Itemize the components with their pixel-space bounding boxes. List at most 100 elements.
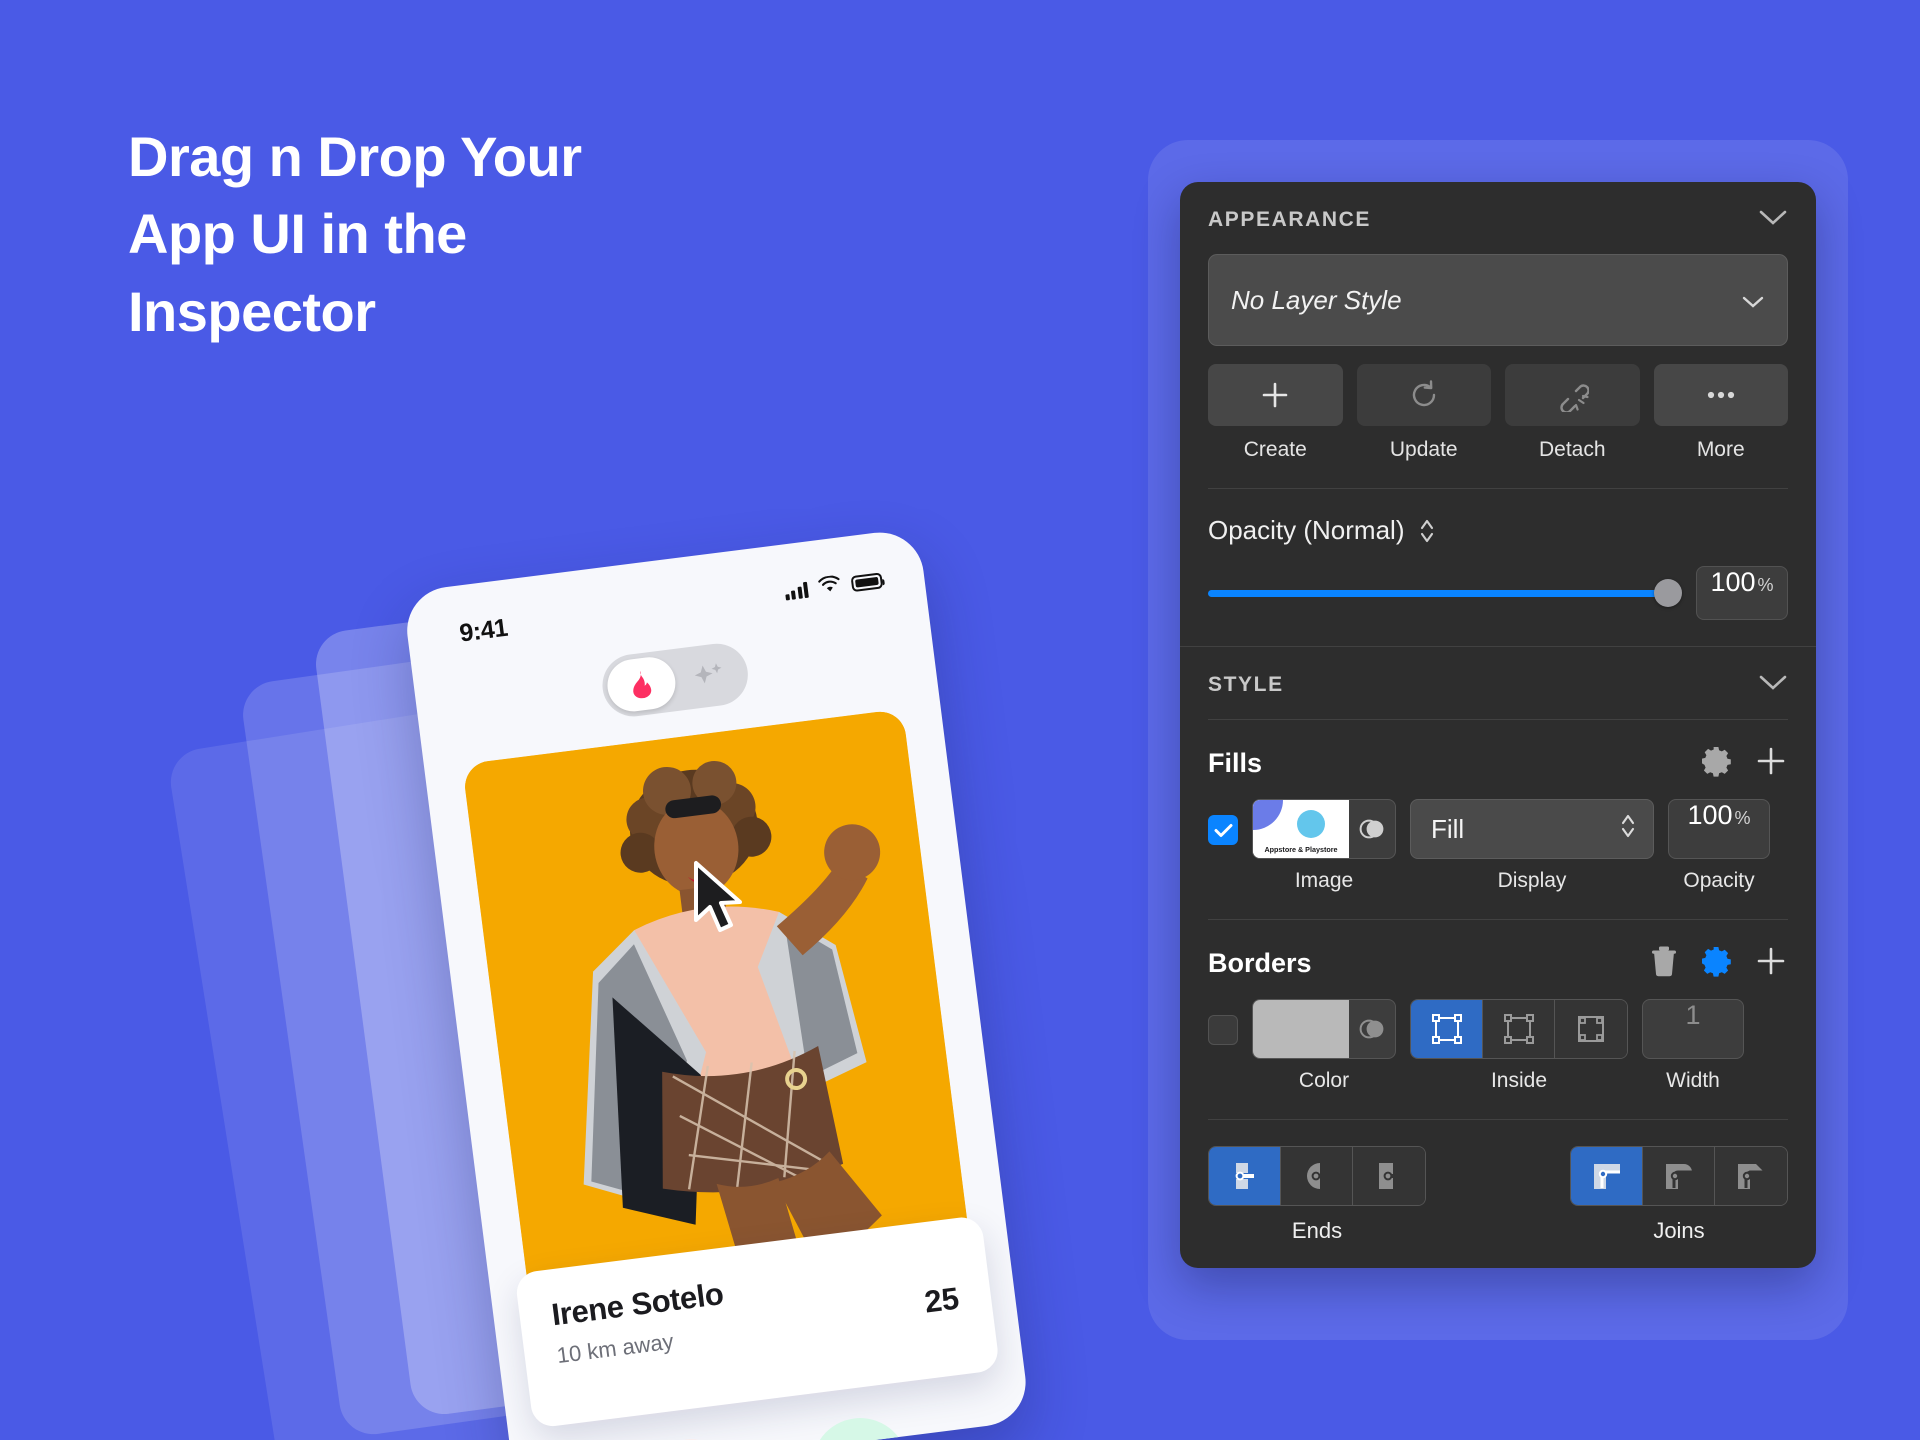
fill-display-select[interactable]: Fill xyxy=(1410,799,1654,859)
border-color-cell: Color xyxy=(1252,999,1396,1093)
border-inside-option[interactable] xyxy=(1483,1000,1555,1058)
end-square-icon xyxy=(1379,1163,1400,1189)
more-label: More xyxy=(1696,438,1745,461)
battery-icon xyxy=(850,572,884,593)
update-button[interactable]: Update xyxy=(1356,364,1491,462)
end-butt-icon xyxy=(1235,1163,1254,1189)
fill-opacity-field[interactable]: 100 % xyxy=(1668,799,1770,859)
style-section-header[interactable]: STYLE xyxy=(1180,647,1816,719)
joins-segmented xyxy=(1570,1146,1788,1206)
wifi-icon xyxy=(817,575,842,600)
more-button[interactable]: More xyxy=(1653,364,1788,462)
create-button[interactable]: Create xyxy=(1208,364,1343,462)
stepper-updown-icon[interactable] xyxy=(1418,516,1436,546)
borders-title: Borders xyxy=(1208,948,1312,978)
border-enabled-checkbox[interactable] xyxy=(1208,1015,1238,1045)
opacity-slider-handle[interactable] xyxy=(1654,579,1682,607)
border-inside-icon xyxy=(1503,1014,1534,1044)
headline-line-2: App UI in the xyxy=(128,202,467,266)
appearance-title: APPEARANCE xyxy=(1208,208,1372,231)
status-bar-clock: 9:41 xyxy=(457,613,510,648)
border-row: Color Inside 1 Width xyxy=(1180,995,1816,1093)
inspector-panel: APPEARANCE No Layer Style Create Update … xyxy=(1180,182,1816,1268)
fill-image-swatch[interactable]: Appstore & Playstore xyxy=(1252,799,1396,859)
trash-icon[interactable] xyxy=(1650,945,1678,982)
gear-icon[interactable] xyxy=(1700,945,1732,982)
stepper-updown-icon[interactable] xyxy=(1619,811,1637,848)
borders-group-header: Borders xyxy=(1180,920,1816,995)
ends-label: Ends xyxy=(1291,1218,1343,1243)
ends-joins-row: Ends Joins xyxy=(1180,1120,1816,1244)
join-miter-option[interactable] xyxy=(1571,1147,1643,1205)
border-width-label: Width xyxy=(1666,1069,1720,1092)
opacity-value-field[interactable]: 100 % xyxy=(1696,566,1788,620)
opacity-slider[interactable] xyxy=(1208,579,1682,607)
fill-display-cell: Fill Display xyxy=(1410,799,1654,893)
mode-toggle[interactable] xyxy=(598,640,752,720)
fill-opacity-value: 100 xyxy=(1687,800,1733,830)
profile-age: 25 xyxy=(922,1280,962,1320)
border-center-icon xyxy=(1431,1014,1462,1044)
layer-style-value: No Layer Style xyxy=(1231,284,1402,315)
chevron-down-icon[interactable] xyxy=(1758,674,1788,697)
fill-image-cell: Appstore & Playstore Image xyxy=(1252,799,1396,893)
opacity-value: 100 xyxy=(1710,567,1756,597)
mouse-pointer-icon xyxy=(694,861,742,932)
opacity-label: Opacity (Normal) xyxy=(1208,515,1405,545)
cellular-signal-icon xyxy=(784,581,809,601)
headline-line-1: Drag n Drop Your xyxy=(128,125,582,188)
phone-status-bar: 9:41 xyxy=(402,527,928,670)
broken-link-icon xyxy=(1560,384,1590,412)
join-round-option[interactable] xyxy=(1643,1147,1715,1205)
border-width-value: 1 xyxy=(1685,1000,1701,1030)
end-round-option[interactable] xyxy=(1281,1147,1353,1205)
plus-icon[interactable] xyxy=(1754,944,1788,983)
end-round-icon xyxy=(1306,1163,1328,1189)
fills-group-header: Fills xyxy=(1180,720,1816,795)
reject-button[interactable] xyxy=(637,1433,746,1440)
update-label: Update xyxy=(1389,438,1458,461)
sparkles-icon xyxy=(673,658,744,694)
fill-image-label: Image xyxy=(1294,869,1354,892)
fill-enabled-checkbox[interactable] xyxy=(1208,815,1238,845)
layer-style-select[interactable]: No Layer Style xyxy=(1208,254,1788,346)
join-bevel-option[interactable] xyxy=(1715,1147,1787,1205)
detach-button[interactable]: Detach xyxy=(1505,364,1640,462)
headline-line-3: Inspector xyxy=(128,279,376,343)
end-butt-option[interactable] xyxy=(1209,1147,1281,1205)
border-color-swatch[interactable] xyxy=(1252,999,1396,1059)
chevron-down-icon[interactable] xyxy=(1758,209,1788,232)
fill-image-thumbnail[interactable]: Appstore & Playstore xyxy=(1253,800,1349,858)
page-headline: Drag n Drop Your App UI in the Inspector xyxy=(128,118,808,350)
ends-control: Ends xyxy=(1208,1146,1426,1244)
plus-icon xyxy=(1262,382,1288,408)
fill-display-label: Display xyxy=(1497,869,1567,892)
joins-label: Joins xyxy=(1653,1218,1705,1243)
like-button[interactable] xyxy=(806,1412,914,1440)
border-position-label: Inside xyxy=(1490,1069,1548,1092)
fill-opacity-unit: % xyxy=(1734,808,1751,828)
border-position-segmented xyxy=(1410,999,1628,1059)
layer-style-actions: Create Update Detach More xyxy=(1208,364,1788,462)
fill-row: Appstore & Playstore Image Fill Display … xyxy=(1180,795,1816,893)
border-position-cell: Inside xyxy=(1410,999,1628,1093)
join-round-icon xyxy=(1665,1164,1692,1189)
opacity-control: Opacity (Normal) 100 % xyxy=(1180,489,1816,646)
fill-opacity-label: Opacity xyxy=(1683,869,1755,892)
plus-icon[interactable] xyxy=(1754,744,1788,783)
end-square-option[interactable] xyxy=(1353,1147,1425,1205)
gear-icon[interactable] xyxy=(1700,745,1732,782)
join-miter-icon xyxy=(1593,1164,1620,1189)
border-outside-option[interactable] xyxy=(1555,1000,1627,1058)
blend-mode-icon[interactable] xyxy=(1349,1000,1395,1058)
create-label: Create xyxy=(1243,438,1307,461)
chevron-down-icon xyxy=(1741,285,1765,316)
appearance-section-header[interactable]: APPEARANCE xyxy=(1180,182,1816,254)
border-outside-icon xyxy=(1578,1016,1604,1042)
ellipsis-icon xyxy=(1707,391,1734,399)
border-color-preview[interactable] xyxy=(1253,1000,1349,1058)
border-width-field[interactable]: 1 xyxy=(1642,999,1744,1059)
border-center-option[interactable] xyxy=(1411,1000,1483,1058)
fill-image-caption: Appstore & Playstore xyxy=(1264,845,1337,854)
blend-mode-icon[interactable] xyxy=(1349,800,1395,858)
